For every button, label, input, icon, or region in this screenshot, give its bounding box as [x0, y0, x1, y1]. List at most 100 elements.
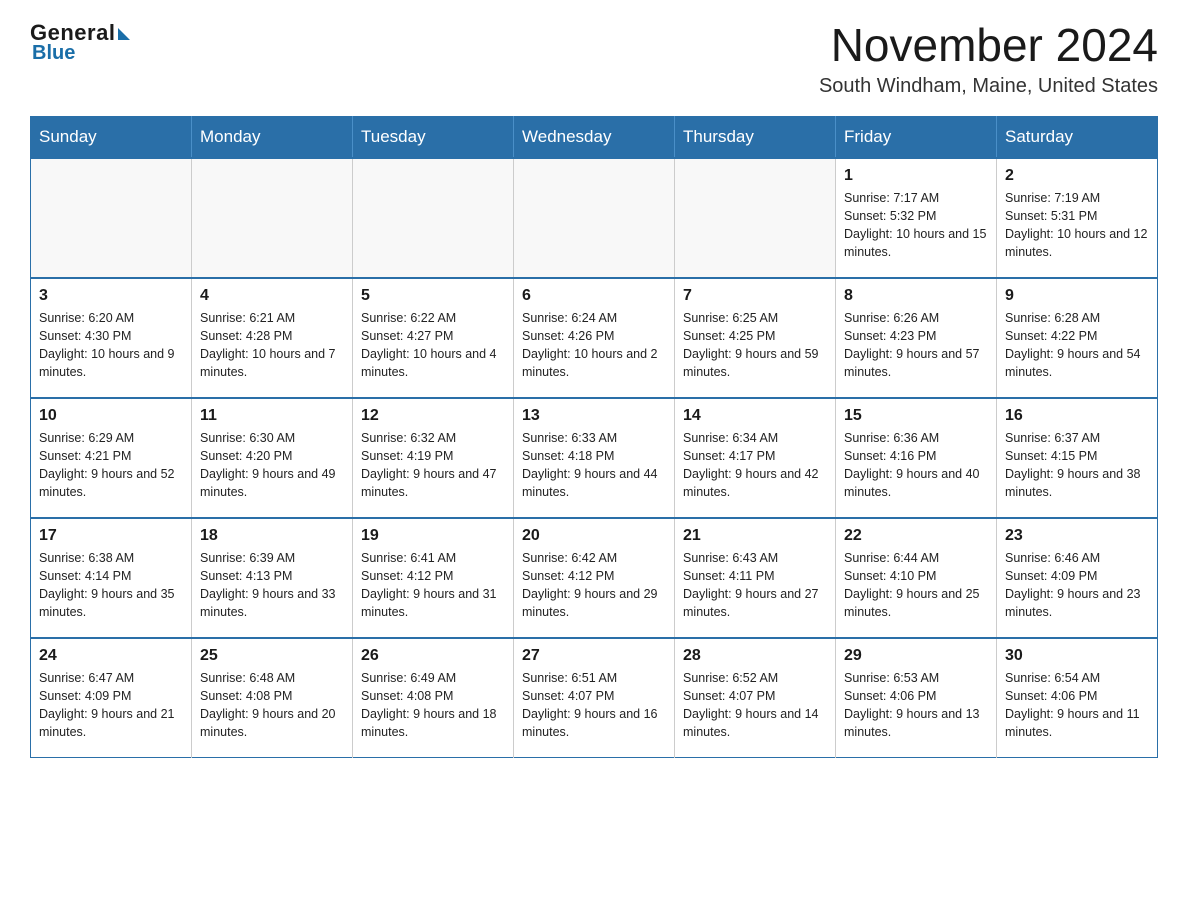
day-number: 4	[200, 287, 344, 305]
day-info: Sunrise: 6:43 AMSunset: 4:11 PMDaylight:…	[683, 549, 827, 622]
calendar-cell: 10 Sunrise: 6:29 AMSunset: 4:21 PMDayligh…	[31, 398, 192, 518]
day-number: 24	[39, 647, 183, 665]
calendar-cell: 15 Sunrise: 6:36 AMSunset: 4:16 PMDayligh…	[836, 398, 997, 518]
calendar-cell: 6 Sunrise: 6:24 AMSunset: 4:26 PMDaylight…	[514, 278, 675, 398]
day-number: 18	[200, 527, 344, 545]
calendar-cell: 12 Sunrise: 6:32 AMSunset: 4:19 PMDayligh…	[353, 398, 514, 518]
calendar-cell: 8Sunrise: 6:26 AMSunset: 4:23 PMDaylight…	[836, 278, 997, 398]
day-of-week-sunday: Sunday	[31, 116, 192, 158]
calendar-cell	[353, 158, 514, 278]
day-number: 9	[1005, 287, 1149, 305]
day-info: Sunrise: 6:28 AMSunset: 4:22 PMDaylight:…	[1005, 309, 1149, 382]
day-info: Sunrise: 6:29 AMSunset: 4:21 PMDaylight:…	[39, 429, 183, 502]
calendar-cell: 1 Sunrise: 7:17 AMSunset: 5:32 PMDaylight…	[836, 158, 997, 278]
day-info: Sunrise: 7:17 AMSunset: 5:32 PMDaylight:…	[844, 189, 988, 262]
calendar-cell: 19Sunrise: 6:41 AMSunset: 4:12 PMDayligh…	[353, 518, 514, 638]
day-of-week-tuesday: Tuesday	[353, 116, 514, 158]
calendar-cell	[514, 158, 675, 278]
day-info: Sunrise: 6:46 AMSunset: 4:09 PMDaylight:…	[1005, 549, 1149, 622]
day-number: 21	[683, 527, 827, 545]
day-number: 17	[39, 527, 183, 545]
day-number: 2	[1005, 167, 1149, 185]
day-number: 16	[1005, 407, 1149, 425]
day-number: 25	[200, 647, 344, 665]
day-info: Sunrise: 6:44 AMSunset: 4:10 PMDaylight:…	[844, 549, 988, 622]
day-number: 1	[844, 167, 988, 185]
day-info: Sunrise: 6:34 AMSunset: 4:17 PMDaylight:…	[683, 429, 827, 502]
day-info: Sunrise: 6:24 AMSunset: 4:26 PMDaylight:…	[522, 309, 666, 382]
logo-arrow-icon	[118, 28, 130, 40]
calendar-cell: 27 Sunrise: 6:51 AMSunset: 4:07 PMDayligh…	[514, 638, 675, 758]
day-number: 7	[683, 287, 827, 305]
calendar-week-row: 3Sunrise: 6:20 AMSunset: 4:30 PMDaylight…	[31, 278, 1158, 398]
calendar-header-row: SundayMondayTuesdayWednesdayThursdayFrid…	[31, 116, 1158, 158]
calendar-cell: 20 Sunrise: 6:42 AMSunset: 4:12 PMDayligh…	[514, 518, 675, 638]
day-number: 11	[200, 407, 344, 425]
day-info: Sunrise: 6:25 AMSunset: 4:25 PMDaylight:…	[683, 309, 827, 382]
calendar-cell: 13 Sunrise: 6:33 AMSunset: 4:18 PMDayligh…	[514, 398, 675, 518]
day-info: Sunrise: 6:49 AMSunset: 4:08 PMDaylight:…	[361, 669, 505, 742]
day-info: Sunrise: 6:52 AMSunset: 4:07 PMDaylight:…	[683, 669, 827, 742]
calendar-cell	[31, 158, 192, 278]
calendar-cell: 4 Sunrise: 6:21 AMSunset: 4:28 PMDaylight…	[192, 278, 353, 398]
day-info: Sunrise: 7:19 AMSunset: 5:31 PMDaylight:…	[1005, 189, 1149, 262]
calendar-cell: 28Sunrise: 6:52 AMSunset: 4:07 PMDayligh…	[675, 638, 836, 758]
calendar-week-row: 10 Sunrise: 6:29 AMSunset: 4:21 PMDayligh…	[31, 398, 1158, 518]
day-info: Sunrise: 6:30 AMSunset: 4:20 PMDaylight:…	[200, 429, 344, 502]
calendar-cell: 30 Sunrise: 6:54 AMSunset: 4:06 PMDayligh…	[997, 638, 1158, 758]
day-info: Sunrise: 6:26 AMSunset: 4:23 PMDaylight:…	[844, 309, 988, 382]
calendar-cell: 14 Sunrise: 6:34 AMSunset: 4:17 PMDayligh…	[675, 398, 836, 518]
calendar-cell: 24 Sunrise: 6:47 AMSunset: 4:09 PMDayligh…	[31, 638, 192, 758]
day-of-week-thursday: Thursday	[675, 116, 836, 158]
day-number: 15	[844, 407, 988, 425]
calendar-cell: 25 Sunrise: 6:48 AMSunset: 4:08 PMDayligh…	[192, 638, 353, 758]
day-info: Sunrise: 6:36 AMSunset: 4:16 PMDaylight:…	[844, 429, 988, 502]
day-number: 13	[522, 407, 666, 425]
day-info: Sunrise: 6:54 AMSunset: 4:06 PMDaylight:…	[1005, 669, 1149, 742]
day-info: Sunrise: 6:47 AMSunset: 4:09 PMDaylight:…	[39, 669, 183, 742]
calendar-cell: 11 Sunrise: 6:30 AMSunset: 4:20 PMDayligh…	[192, 398, 353, 518]
header-right: November 2024 South Windham, Maine, Unit…	[819, 20, 1158, 98]
day-info: Sunrise: 6:48 AMSunset: 4:08 PMDaylight:…	[200, 669, 344, 742]
day-number: 19	[361, 527, 505, 545]
calendar-cell: 2 Sunrise: 7:19 AMSunset: 5:31 PMDaylight…	[997, 158, 1158, 278]
calendar-cell: 3Sunrise: 6:20 AMSunset: 4:30 PMDaylight…	[31, 278, 192, 398]
calendar-cell: 9 Sunrise: 6:28 AMSunset: 4:22 PMDaylight…	[997, 278, 1158, 398]
calendar-table: SundayMondayTuesdayWednesdayThursdayFrid…	[30, 116, 1158, 759]
calendar-cell: 17 Sunrise: 6:38 AMSunset: 4:14 PMDayligh…	[31, 518, 192, 638]
calendar-cell: 18 Sunrise: 6:39 AMSunset: 4:13 PMDayligh…	[192, 518, 353, 638]
day-info: Sunrise: 6:42 AMSunset: 4:12 PMDaylight:…	[522, 549, 666, 622]
day-number: 10	[39, 407, 183, 425]
location: South Windham, Maine, United States	[819, 75, 1158, 98]
calendar-cell: 22Sunrise: 6:44 AMSunset: 4:10 PMDayligh…	[836, 518, 997, 638]
day-info: Sunrise: 6:39 AMSunset: 4:13 PMDaylight:…	[200, 549, 344, 622]
day-info: Sunrise: 6:32 AMSunset: 4:19 PMDaylight:…	[361, 429, 505, 502]
day-number: 26	[361, 647, 505, 665]
day-info: Sunrise: 6:53 AMSunset: 4:06 PMDaylight:…	[844, 669, 988, 742]
day-info: Sunrise: 6:38 AMSunset: 4:14 PMDaylight:…	[39, 549, 183, 622]
day-number: 6	[522, 287, 666, 305]
day-info: Sunrise: 6:21 AMSunset: 4:28 PMDaylight:…	[200, 309, 344, 382]
day-of-week-wednesday: Wednesday	[514, 116, 675, 158]
day-number: 12	[361, 407, 505, 425]
day-of-week-monday: Monday	[192, 116, 353, 158]
calendar-cell: 7 Sunrise: 6:25 AMSunset: 4:25 PMDaylight…	[675, 278, 836, 398]
day-info: Sunrise: 6:37 AMSunset: 4:15 PMDaylight:…	[1005, 429, 1149, 502]
calendar-cell: 29 Sunrise: 6:53 AMSunset: 4:06 PMDayligh…	[836, 638, 997, 758]
day-number: 3	[39, 287, 183, 305]
day-info: Sunrise: 6:51 AMSunset: 4:07 PMDaylight:…	[522, 669, 666, 742]
day-number: 30	[1005, 647, 1149, 665]
day-number: 14	[683, 407, 827, 425]
day-number: 23	[1005, 527, 1149, 545]
day-info: Sunrise: 6:22 AMSunset: 4:27 PMDaylight:…	[361, 309, 505, 382]
day-info: Sunrise: 6:33 AMSunset: 4:18 PMDaylight:…	[522, 429, 666, 502]
logo-blue-text: Blue	[32, 42, 75, 65]
calendar-cell: 26 Sunrise: 6:49 AMSunset: 4:08 PMDayligh…	[353, 638, 514, 758]
day-of-week-saturday: Saturday	[997, 116, 1158, 158]
day-number: 29	[844, 647, 988, 665]
day-number: 27	[522, 647, 666, 665]
calendar-cell: 16 Sunrise: 6:37 AMSunset: 4:15 PMDayligh…	[997, 398, 1158, 518]
day-number: 20	[522, 527, 666, 545]
calendar-cell	[675, 158, 836, 278]
calendar-cell: 21 Sunrise: 6:43 AMSunset: 4:11 PMDayligh…	[675, 518, 836, 638]
